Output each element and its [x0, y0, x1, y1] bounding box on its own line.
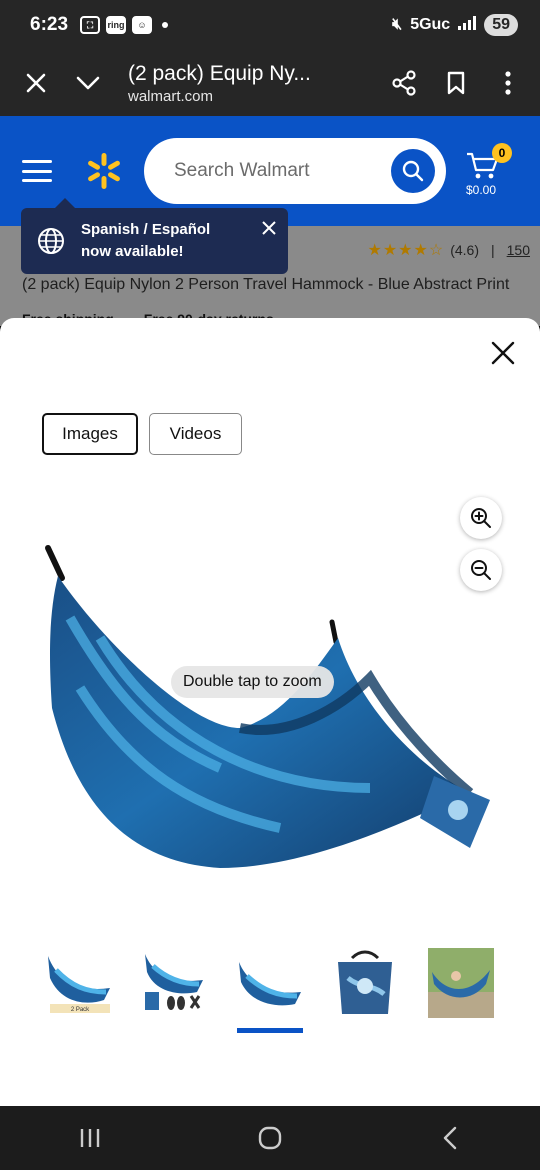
star-rating-icon: ★★★★☆	[367, 242, 445, 259]
page-title: (2 pack) Equip Ny...	[128, 61, 311, 85]
page-info[interactable]: (2 pack) Equip Ny... walmart.com	[128, 62, 378, 105]
thumbnail-2[interactable]	[141, 948, 207, 1018]
language-tooltip-close-button[interactable]	[262, 218, 276, 241]
thumbnail-5[interactable]	[428, 948, 494, 1018]
collapse-button[interactable]	[62, 57, 114, 109]
share-button[interactable]	[378, 57, 430, 109]
viewer-close-button[interactable]	[490, 340, 516, 366]
thumbnail-3-selected[interactable]	[237, 948, 303, 1018]
status-bar: 6:23 ⛶ ring ☺ 🔇︎ 5Guc 59	[0, 0, 540, 50]
rating-separator: |	[491, 242, 495, 258]
zoom-in-button[interactable]	[460, 497, 502, 539]
close-tab-button[interactable]	[10, 57, 62, 109]
more-options-button[interactable]	[482, 57, 534, 109]
image-viewer-sheet: Images Videos Double tap to zoom 2 Pack	[0, 318, 540, 1106]
search-placeholder: Search Walmart	[174, 160, 310, 181]
cart-total: $0.00	[466, 183, 497, 197]
close-icon	[262, 221, 276, 235]
home-icon	[258, 1126, 282, 1150]
back-button[interactable]	[420, 1118, 480, 1158]
product-title: (2 pack) Equip Nylon 2 Person Travel Ham…	[22, 276, 510, 293]
media-tabs: Images Videos	[42, 413, 242, 455]
tab-videos[interactable]: Videos	[149, 413, 242, 455]
assistant-app-icon: ☺	[132, 16, 153, 34]
rating-value: (4.6)	[450, 242, 479, 258]
thumbnail-1[interactable]: 2 Pack	[46, 948, 112, 1018]
recent-apps-button[interactable]	[60, 1118, 120, 1158]
menu-icon[interactable]	[22, 160, 52, 182]
bookmark-icon	[447, 71, 465, 95]
signal-icon	[458, 15, 477, 35]
back-icon	[443, 1126, 457, 1150]
walmart-spark-logo[interactable]	[84, 151, 124, 191]
search-icon	[402, 160, 424, 182]
close-icon	[491, 341, 515, 365]
thumbnail-strip: 2 Pack	[0, 948, 540, 1038]
mute-icon: 🔇︎	[392, 16, 403, 33]
home-button[interactable]	[240, 1118, 300, 1158]
hammock-product-image[interactable]	[40, 538, 500, 888]
tab-images[interactable]: Images	[42, 413, 138, 455]
page-url: walmart.com	[128, 87, 214, 105]
battery-indicator: 59	[484, 14, 518, 36]
cart-button[interactable]: 0 $0.00	[466, 141, 512, 201]
ring-app-icon: ring	[106, 16, 127, 34]
search-input[interactable]: Search Walmart	[144, 138, 446, 204]
chevron-down-icon	[76, 76, 100, 90]
share-icon	[392, 70, 416, 96]
zoom-in-icon	[471, 508, 491, 528]
thumbnail-1-caption: 2 Pack	[71, 1007, 90, 1013]
globe-icon	[38, 228, 64, 254]
language-tooltip-text: Spanish / Español now available!	[81, 221, 211, 260]
browser-toolbar: (2 pack) Equip Ny... walmart.com	[0, 50, 540, 116]
cart-count-badge: 0	[492, 143, 512, 163]
screenshot-icon: ⛶	[80, 16, 101, 34]
notification-dot-icon	[162, 22, 169, 28]
status-time: 6:23	[30, 14, 69, 35]
thumbnail-4[interactable]	[332, 948, 398, 1018]
more-vertical-icon	[505, 71, 511, 95]
zoom-hint-tooltip: Double tap to zoom	[171, 666, 334, 698]
bookmark-button[interactable]	[430, 57, 482, 109]
review-count-link[interactable]: 150	[507, 242, 530, 258]
close-icon	[26, 73, 46, 93]
search-button[interactable]	[391, 149, 435, 193]
selected-thumbnail-indicator	[237, 1028, 303, 1033]
system-nav-bar	[0, 1106, 540, 1170]
recent-apps-icon	[80, 1129, 100, 1147]
network-label: 5Guc	[410, 16, 451, 33]
rating-row[interactable]: ★★★★☆ (4.6) | 150	[367, 240, 530, 260]
language-tooltip: Spanish / Español now available!	[21, 198, 288, 274]
